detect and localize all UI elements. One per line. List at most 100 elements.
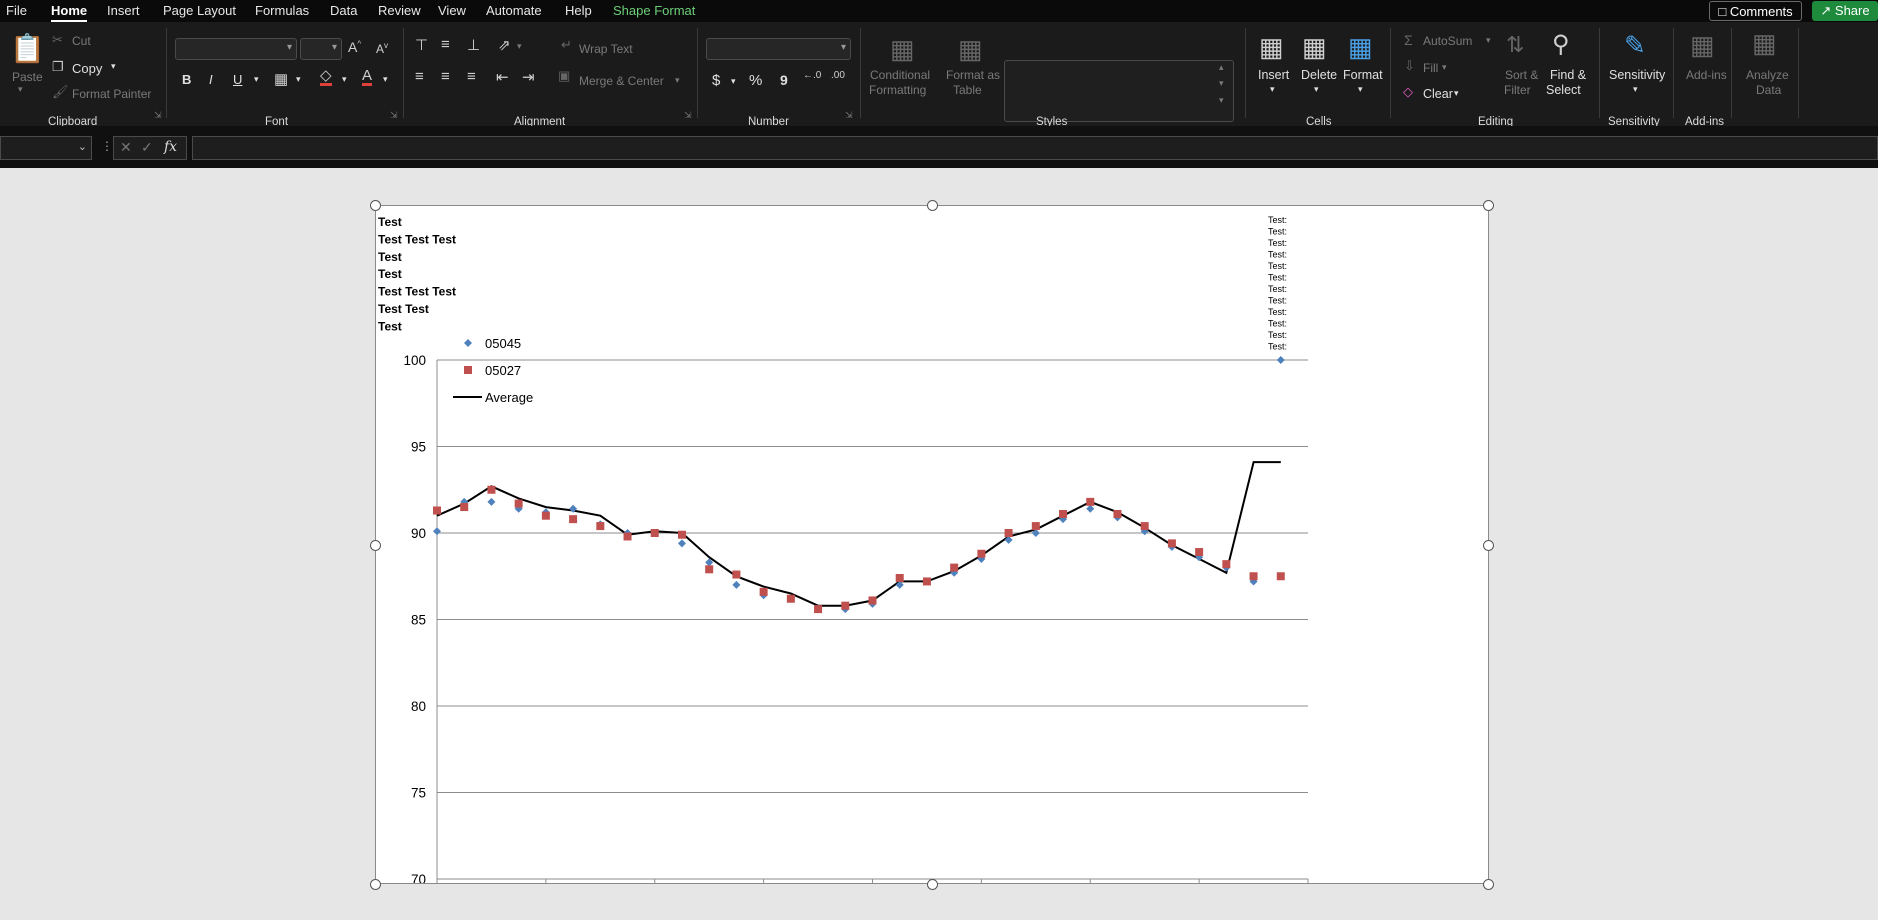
chart-area[interactable]: Test Test Test Test Test Test Test Test Test… [375,205,1489,904]
styles-scroll-up-icon[interactable]: ▴ [1219,62,1224,73]
sort-filter-button[interactable]: Sort & [1505,68,1538,82]
align-right-icon[interactable]: ≡ [467,68,476,85]
autosum-dropdown-icon[interactable]: ▾ [1486,35,1491,46]
resize-handle-bottom-right[interactable] [1483,879,1494,890]
insert-cells-button[interactable]: Insert [1258,68,1289,82]
resize-handle-top-right[interactable] [1483,200,1494,211]
align-top-icon[interactable]: ⊤ [415,36,428,54]
font-launcher-icon[interactable]: ⇲ [390,110,398,121]
tab-file[interactable]: File [6,3,27,18]
more-options-icon[interactable]: ⋮ [101,139,113,153]
tab-data[interactable]: Data [330,3,357,18]
font-name-select[interactable]: ▾ [175,38,297,60]
comma-style-button[interactable]: 9 [780,72,788,88]
increase-indent-icon[interactable]: ⇥ [522,68,535,86]
clear-button[interactable]: Clear [1423,87,1453,101]
styles-scroll-down-icon[interactable]: ▾ [1219,78,1224,89]
increase-decimal-icon[interactable]: ←.0 [803,70,821,81]
font-size-select[interactable]: ▾ [300,38,342,60]
align-center-icon[interactable]: ≡ [441,68,450,85]
percent-button[interactable]: % [749,72,762,89]
cut-button[interactable]: Cut [72,34,91,48]
paste-button[interactable]: Paste [12,70,43,84]
delete-cells-button[interactable]: Delete [1301,68,1337,82]
format-painter-button[interactable]: Format Painter [72,87,151,101]
formula-input[interactable] [192,136,1878,160]
resize-handle-right[interactable] [1483,540,1494,551]
resize-handle-bottom[interactable] [927,879,938,890]
tab-automate[interactable]: Automate [486,3,542,18]
name-box-dropdown-icon[interactable]: ⌄ [78,140,87,153]
paste-dropdown-icon[interactable]: ▾ [18,84,23,95]
analyze-data-button[interactable]: Analyze [1746,68,1789,82]
align-bottom-icon[interactable]: ⊥ [467,36,480,54]
borders-icon[interactable]: ▦ [274,70,288,88]
find-select-button[interactable]: Find & [1550,68,1586,82]
enter-icon[interactable]: ✓ [141,139,153,156]
resize-handle-left[interactable] [370,540,381,551]
tab-review[interactable]: Review [378,3,421,18]
tab-formulas[interactable]: Formulas [255,3,309,18]
merge-center-dropdown-icon[interactable]: ▾ [675,75,680,86]
format-dropdown-icon[interactable]: ▾ [1358,84,1363,95]
clipboard-launcher-icon[interactable]: ⇲ [154,110,162,121]
conditional-formatting-button[interactable]: Conditional [870,68,930,82]
number-format-select[interactable]: ▾ [706,38,851,60]
autosum-button[interactable]: AutoSum [1423,34,1472,48]
align-left-icon[interactable]: ≡ [415,68,424,85]
name-box[interactable]: ⌄ [0,136,92,160]
copy-dropdown-icon[interactable]: ▾ [111,61,116,72]
cancel-icon[interactable]: ✕ [120,139,132,156]
decrease-font-icon[interactable]: Av [376,41,388,56]
resize-handle-top[interactable] [927,200,938,211]
paste-icon[interactable]: 📋 [10,32,45,65]
insert-dropdown-icon[interactable]: ▾ [1270,84,1275,95]
point-05027 [1086,497,1095,506]
underline-button[interactable]: U [233,72,242,87]
share-button[interactable]: ↗ Share [1812,1,1878,21]
format-as-table-button[interactable]: Format as [946,68,1000,82]
font-color-dropdown-icon[interactable]: ▾ [383,74,388,85]
tab-help[interactable]: Help [565,3,592,18]
wrap-text-button[interactable]: Wrap Text [579,42,633,56]
copy-button[interactable]: Copy [72,61,102,76]
alignment-launcher-icon[interactable]: ⇲ [684,110,692,121]
clear-dropdown-icon[interactable]: ▾ [1454,88,1459,99]
chart-svg: Test Test Test Test Test Test Test Test Test… [378,215,1319,904]
orientation-dropdown-icon[interactable]: ▾ [517,41,522,52]
align-middle-icon[interactable]: ≡ [441,36,450,53]
format-cells-button[interactable]: Format [1343,68,1383,82]
italic-button[interactable]: I [209,72,213,87]
number-launcher-icon[interactable]: ⇲ [845,110,853,121]
sensitivity-dropdown-icon[interactable]: ▾ [1633,84,1638,95]
tab-page-layout[interactable]: Page Layout [163,3,236,18]
orientation-icon[interactable]: ⇗ [498,36,511,54]
fill-dropdown-icon[interactable]: ▾ [1442,62,1447,73]
decrease-decimal-icon[interactable]: .00 [831,70,845,81]
comments-button[interactable]: □ Comments [1709,1,1802,21]
delete-dropdown-icon[interactable]: ▾ [1314,84,1319,95]
resize-handle-top-left[interactable] [370,200,381,211]
bold-button[interactable]: B [182,72,191,87]
add-ins-button[interactable]: Add-ins [1686,68,1727,82]
cell-styles-gallery[interactable] [1004,60,1234,122]
fill-color-icon[interactable]: ◇ [320,68,332,86]
currency-dropdown-icon[interactable]: ▾ [731,76,736,87]
tab-shape-format[interactable]: Shape Format [613,3,695,18]
tab-home[interactable]: Home [51,3,88,22]
insert-function-button[interactable]: fx [164,139,177,155]
font-color-icon[interactable]: A [362,68,373,86]
currency-button[interactable]: $ [712,72,720,89]
fill-color-dropdown-icon[interactable]: ▾ [342,74,347,85]
merge-center-button[interactable]: Merge & Center [579,74,664,88]
sensitivity-button[interactable]: Sensitivity [1609,68,1665,82]
borders-dropdown-icon[interactable]: ▾ [296,74,301,85]
resize-handle-bottom-left[interactable] [370,879,381,890]
underline-dropdown-icon[interactable]: ▾ [254,74,259,85]
increase-font-icon[interactable]: A^ [348,39,361,55]
styles-more-icon[interactable]: ▾ [1219,95,1224,106]
tab-insert[interactable]: Insert [107,3,140,18]
decrease-indent-icon[interactable]: ⇤ [496,68,509,86]
fill-button[interactable]: Fill [1423,61,1438,75]
tab-view[interactable]: View [438,3,466,18]
